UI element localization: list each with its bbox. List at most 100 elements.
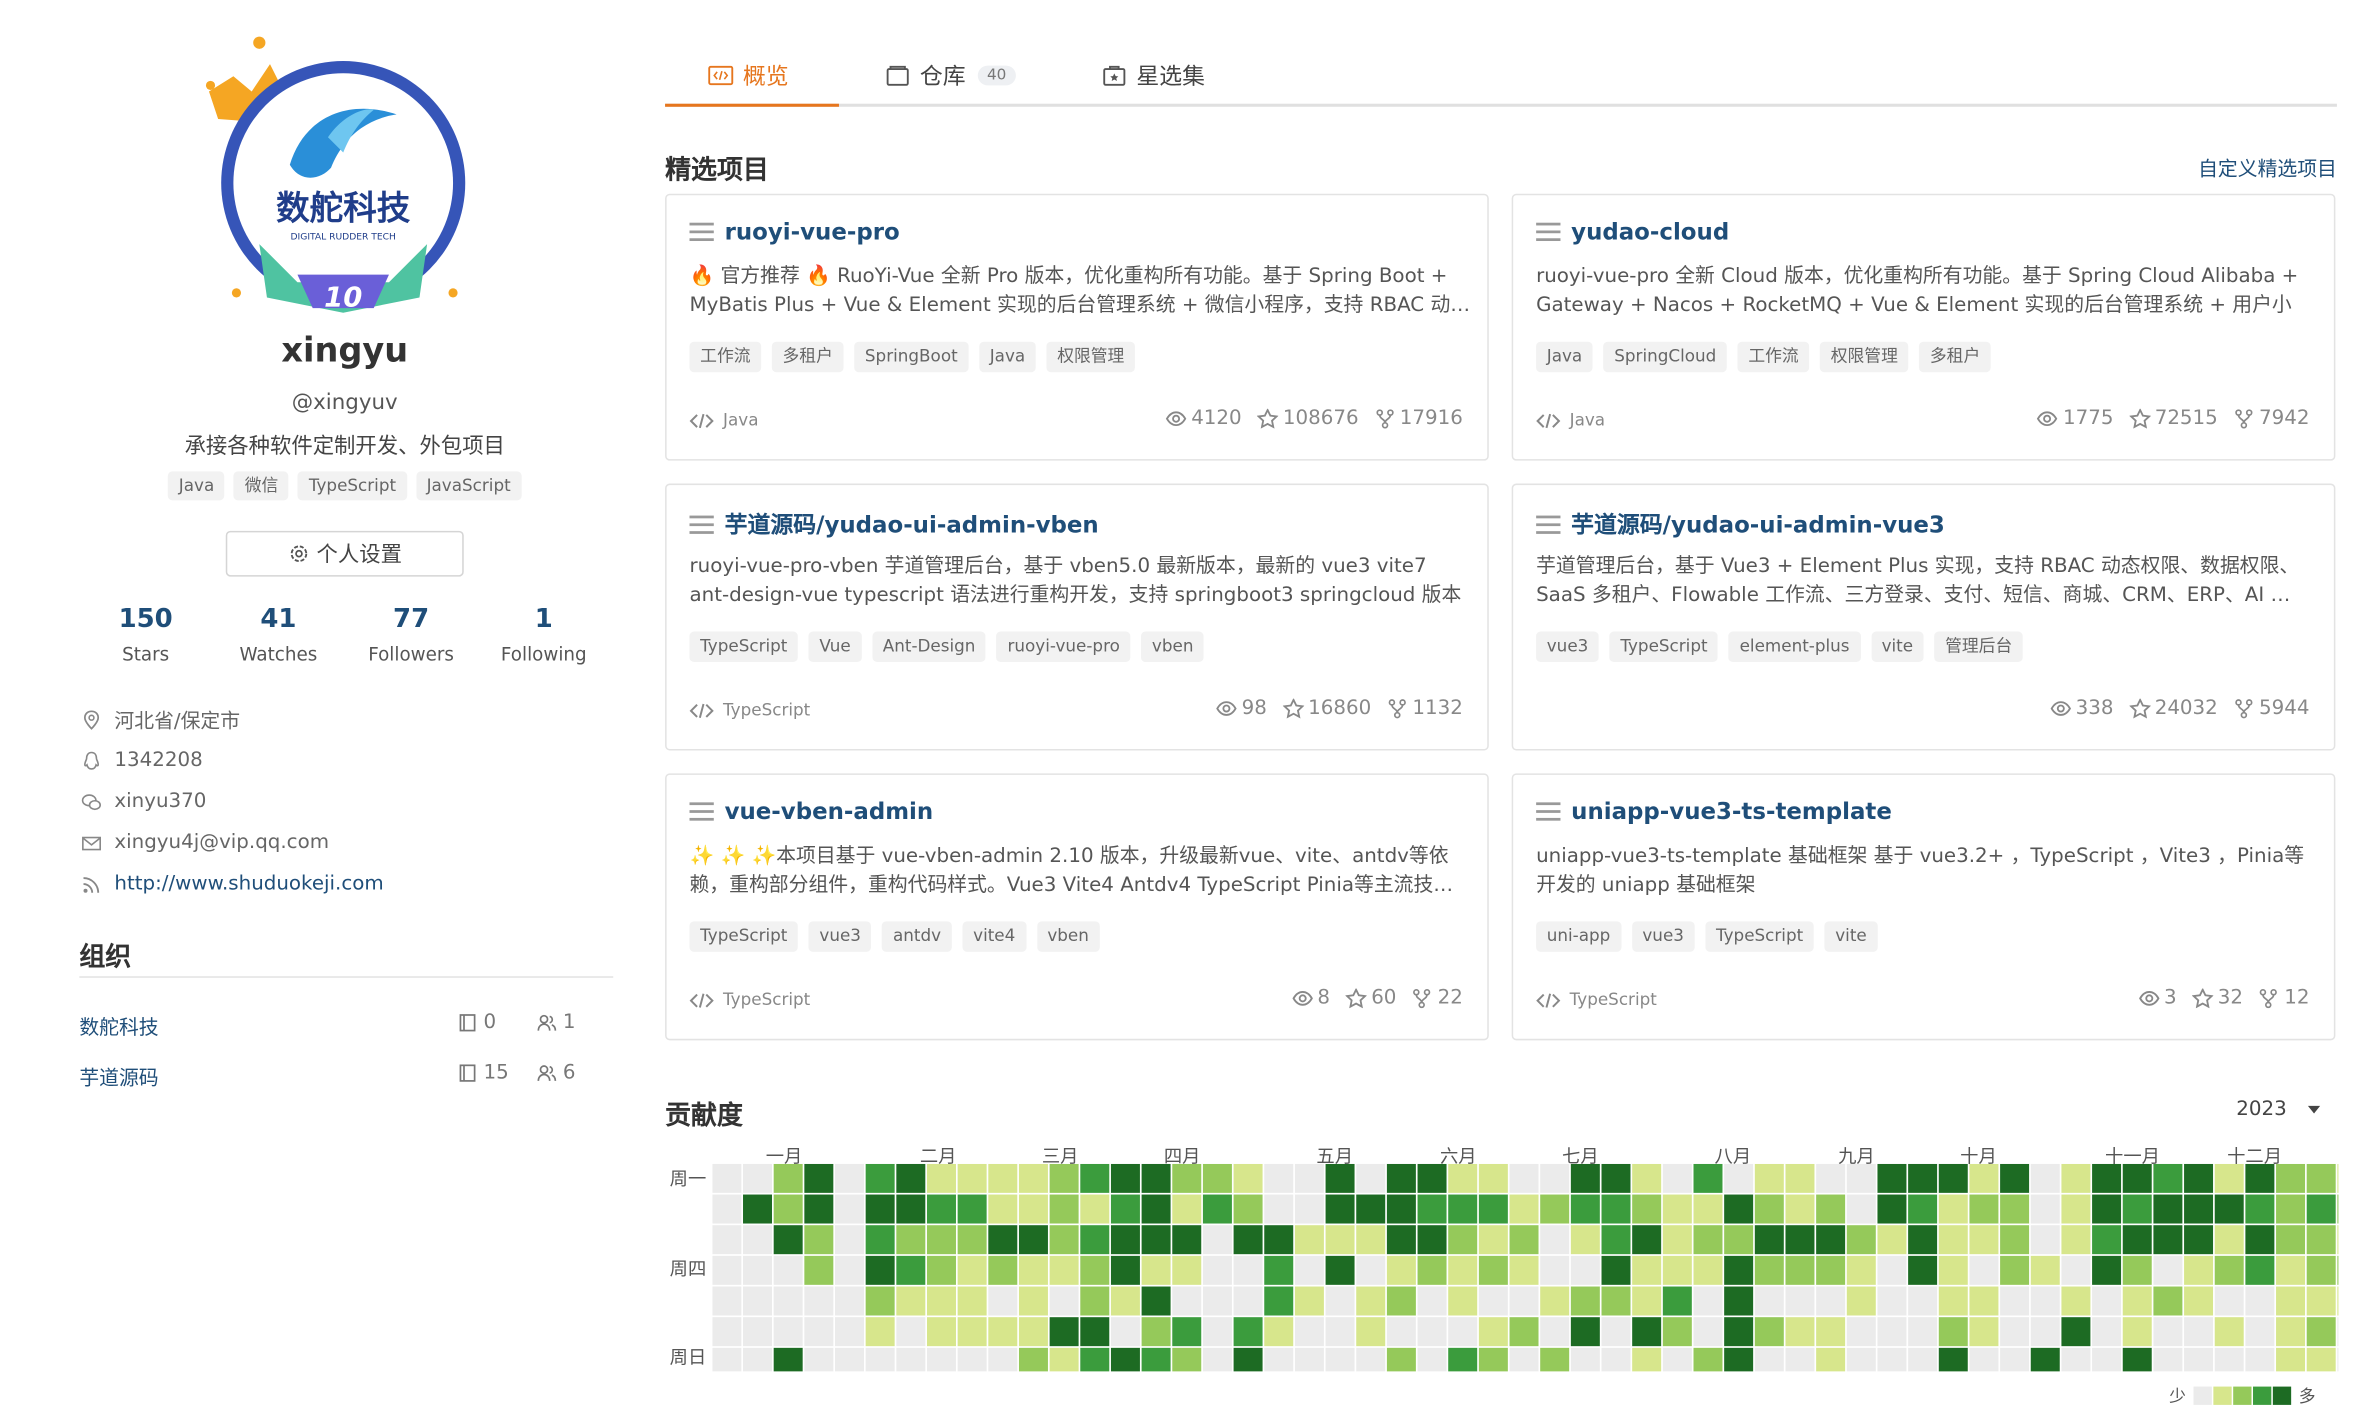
stat-watches[interactable]: 41 Watches [212, 604, 345, 665]
contribution-cell[interactable] [957, 1286, 987, 1316]
tab-overview[interactable]: 概览 [708, 46, 789, 104]
contribution-cell[interactable] [1509, 1163, 1539, 1193]
contribution-cell[interactable] [1540, 1286, 1570, 1316]
contribution-cell[interactable] [2184, 1194, 2214, 1224]
contribution-cell[interactable] [1448, 1347, 1478, 1372]
contribution-cell[interactable] [1662, 1347, 1692, 1372]
contribution-cell[interactable] [2214, 1317, 2244, 1347]
contribution-cell[interactable] [1601, 1225, 1631, 1255]
contribution-cell[interactable] [2030, 1194, 2060, 1224]
project-watches[interactable]: 3 [2138, 987, 2177, 1010]
contribution-cell[interactable] [1724, 1194, 1754, 1224]
project-tag[interactable]: vite4 [962, 921, 1026, 952]
contribution-cell[interactable] [1110, 1225, 1140, 1255]
contribution-cell[interactable] [957, 1347, 987, 1372]
contribution-cell[interactable] [1478, 1163, 1508, 1193]
contribution-cell[interactable] [1969, 1286, 1999, 1316]
contribution-cell[interactable] [2214, 1347, 2244, 1372]
contribution-cell[interactable] [773, 1286, 803, 1316]
contribution-cell[interactable] [1294, 1317, 1324, 1347]
contribution-cell[interactable] [773, 1255, 803, 1285]
contribution-cell[interactable] [1141, 1286, 1171, 1316]
contribution-cell[interactable] [1816, 1286, 1846, 1316]
contribution-cell[interactable] [1570, 1163, 1600, 1193]
contribution-cell[interactable] [2245, 1317, 2275, 1347]
contribution-cell[interactable] [2030, 1317, 2060, 1347]
contribution-cell[interactable] [1693, 1225, 1723, 1255]
project-tag[interactable]: antdv [882, 921, 952, 952]
contribution-cell[interactable] [1386, 1286, 1416, 1316]
contribution-cell[interactable] [1386, 1347, 1416, 1372]
contribution-cell[interactable] [2061, 1255, 2091, 1285]
contribution-cell[interactable] [1325, 1225, 1355, 1255]
contribution-cell[interactable] [1816, 1225, 1846, 1255]
contribution-cell[interactable] [988, 1255, 1018, 1285]
contribution-cell[interactable] [2030, 1286, 2060, 1316]
contribution-cell[interactable] [1570, 1317, 1600, 1347]
contribution-cell[interactable] [712, 1286, 742, 1316]
contribution-cell[interactable] [1816, 1317, 1846, 1347]
contribution-cell[interactable] [835, 1317, 864, 1347]
project-watches[interactable]: 1775 [2037, 407, 2114, 430]
contribution-cell[interactable] [1785, 1347, 1815, 1372]
contribution-cell[interactable] [1233, 1317, 1263, 1347]
project-tag[interactable]: 工作流 [1737, 341, 1810, 373]
contribution-cell[interactable] [957, 1194, 987, 1224]
contribution-cell[interactable] [1938, 1347, 1968, 1372]
contribution-cell[interactable] [1202, 1163, 1232, 1193]
project-tag[interactable]: 工作流 [689, 341, 762, 373]
contribution-cell[interactable] [1846, 1317, 1876, 1347]
year-select[interactable]: 2023 [2236, 1098, 2321, 1121]
contribution-cell[interactable] [1662, 1225, 1692, 1255]
contribution-cell[interactable] [2000, 1317, 2030, 1347]
project-tag[interactable]: Java [1536, 341, 1593, 373]
contribution-cell[interactable] [2214, 1194, 2244, 1224]
contribution-cell[interactable] [2000, 1225, 2030, 1255]
contribution-cell[interactable] [1754, 1286, 1784, 1316]
contribution-cell[interactable] [1080, 1225, 1110, 1255]
contribution-cell[interactable] [1846, 1163, 1876, 1193]
contribution-cell[interactable] [988, 1286, 1018, 1316]
contribution-cell[interactable] [1877, 1163, 1907, 1193]
contribution-cell[interactable] [743, 1255, 773, 1285]
project-tag[interactable]: TypeScript [1705, 921, 1814, 952]
contribution-cell[interactable] [712, 1347, 742, 1372]
contribution-cell[interactable] [1478, 1194, 1508, 1224]
contribution-cell[interactable] [743, 1317, 773, 1347]
contribution-cell[interactable] [2184, 1225, 2214, 1255]
contribution-cell[interactable] [1632, 1317, 1662, 1347]
contribution-cell[interactable] [1754, 1194, 1784, 1224]
drag-handle-icon[interactable] [1536, 801, 1561, 822]
contribution-cell[interactable] [1877, 1194, 1907, 1224]
contribution-cell[interactable] [1325, 1255, 1355, 1285]
contribution-cell[interactable] [773, 1225, 803, 1255]
contribution-cell[interactable] [1693, 1317, 1723, 1347]
contribution-cell[interactable] [1478, 1347, 1508, 1372]
contribution-cell[interactable] [1110, 1286, 1140, 1316]
contribution-cell[interactable] [2153, 1286, 2183, 1316]
project-forks[interactable]: 17916 [1374, 407, 1463, 430]
contribution-cell[interactable] [1018, 1225, 1048, 1255]
contribution-cell[interactable] [804, 1317, 834, 1347]
contribution-cell[interactable] [1356, 1163, 1386, 1193]
contribution-cell[interactable] [2306, 1225, 2336, 1255]
contribution-cell[interactable] [743, 1225, 773, 1255]
contribution-cell[interactable] [1356, 1225, 1386, 1255]
contribution-cell[interactable] [712, 1255, 742, 1285]
contribution-cell[interactable] [2184, 1317, 2214, 1347]
contribution-cell[interactable] [1785, 1317, 1815, 1347]
contribution-cell[interactable] [1264, 1225, 1294, 1255]
contribution-cell[interactable] [804, 1225, 834, 1255]
contribution-cell[interactable] [1080, 1163, 1110, 1193]
contribution-cell[interactable] [1846, 1194, 1876, 1224]
contribution-cell[interactable] [1816, 1347, 1846, 1372]
contribution-cell[interactable] [743, 1163, 773, 1193]
contribution-cell[interactable] [1969, 1194, 1999, 1224]
contribution-cell[interactable] [1202, 1347, 1232, 1372]
contribution-cell[interactable] [1202, 1255, 1232, 1285]
contribution-cell[interactable] [1601, 1347, 1631, 1372]
project-name-link[interactable]: 芋道源码/yudao-ui-admin-vue3 [1571, 508, 1945, 540]
contribution-cell[interactable] [1938, 1255, 1968, 1285]
contribution-cell[interactable] [1356, 1347, 1386, 1372]
website-link[interactable]: http://www.shuduokeji.com [114, 873, 383, 896]
